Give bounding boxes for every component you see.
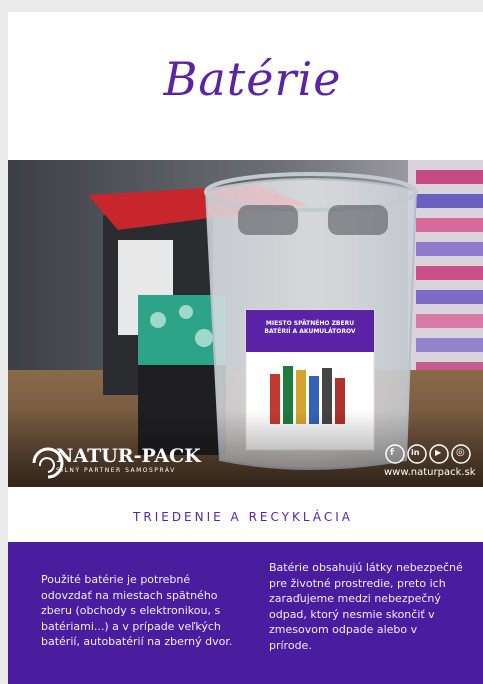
natur-pack-logo: NATUR-PACK [56, 445, 201, 467]
instagram-icon[interactable]: ◎ [456, 447, 465, 458]
info-panel: Použité batérie je potrebné odovzdať na … [8, 542, 483, 684]
poster: Batérie MIESTO SPÄTNÉHO ZBERU BATÉRIÍ A … [8, 12, 483, 684]
section-subtitle: TRIEDENIE A RECYKLÁCIA [133, 510, 353, 524]
recycling-photo: MIESTO SPÄTNÉHO ZBERU BATÉRIÍ A AKUMULÁT… [8, 160, 483, 487]
page-title: Batérie [163, 52, 342, 106]
bin-label-line2: BATÉRIÍ A AKUMULÁTOROV [264, 328, 356, 335]
youtube-icon[interactable]: ▶ [435, 448, 441, 457]
bin-label-line1: MIESTO SPÄTNÉHO ZBERU [265, 320, 355, 327]
website-link[interactable]: www.naturpack.sk [384, 467, 476, 478]
facebook-icon[interactable]: f [390, 448, 394, 458]
info-text-left: Použité batérie je potrebné odovzdať na … [41, 573, 233, 648]
info-text-right: Batérie obsahujú látky nebezpečné pre ži… [269, 561, 463, 652]
logo-tagline: SILNÝ PARTNER SAMOSPRÁV [56, 467, 176, 474]
linkedin-icon[interactable]: in [411, 448, 419, 457]
